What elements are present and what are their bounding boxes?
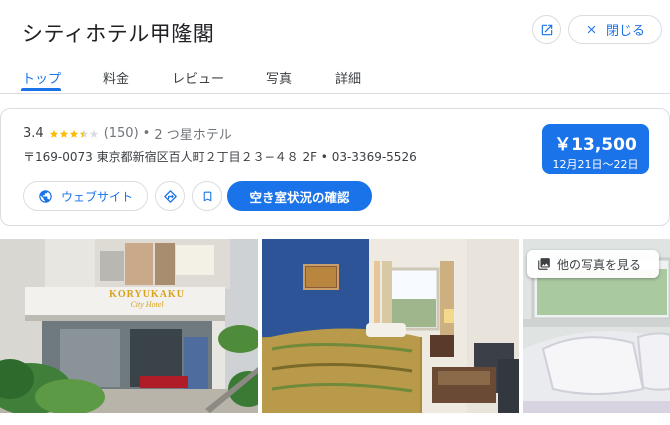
tab-prices[interactable]: 料金 — [103, 68, 129, 87]
website-label: ウェブサイト — [60, 189, 133, 204]
star-icon — [49, 129, 58, 138]
hotel-class: 2 つ星ホテル — [154, 128, 232, 143]
star-half-icon — [79, 129, 88, 138]
rating-line: 3.4 (150) • 2 つ星ホテル — [23, 124, 232, 143]
directions-button[interactable] — [155, 181, 185, 211]
open-in-new-button[interactable] — [532, 15, 561, 44]
photo-library-icon — [538, 258, 550, 270]
close-button[interactable]: 閉じる — [568, 15, 662, 44]
star-empty-icon — [89, 129, 98, 138]
bookmark-icon — [203, 191, 211, 201]
check-availability-label: 空き室状況の確認 — [249, 189, 350, 205]
price-amount: ￥13,500 — [554, 135, 637, 155]
address-phone: 〒169-0073 東京都新宿区百人町２丁目２３−４８ 2F • 03-3369… — [23, 150, 417, 164]
tab-top[interactable]: トップ — [22, 68, 61, 87]
star-icon — [59, 129, 68, 138]
save-button[interactable] — [192, 181, 222, 211]
directions-icon — [163, 189, 177, 203]
hotel-sign: KORYUKAKU City Hotel — [102, 289, 192, 309]
tab-reviews[interactable]: レビュー — [172, 68, 224, 87]
globe-icon — [39, 189, 52, 203]
close-label: 閉じる — [605, 24, 645, 39]
hotel-sign-line2: City Hotel — [130, 300, 164, 309]
price-dates: 12月21日～22日 — [552, 158, 639, 171]
rating-value: 3.4 — [23, 126, 44, 141]
place-title: シティホテル甲隆閣 — [22, 22, 215, 46]
hotel-sign-line1: KORYUKAKU — [109, 289, 185, 300]
hotel-info-card: 3.4 (150) • 2 つ星ホテル 〒169-0073 東京都新宿区百人町２… — [0, 108, 670, 226]
tab-bar: トップ 料金 レビュー 写真 詳細 — [0, 64, 670, 94]
bedroom-image — [262, 239, 519, 413]
open-in-new-icon — [541, 24, 552, 35]
separator-dot: • — [142, 126, 151, 141]
tab-photos[interactable]: 写真 — [266, 68, 292, 87]
bedroom-photo[interactable] — [262, 239, 519, 413]
more-photos-label: 他の写真を見る — [557, 257, 642, 272]
star-rating — [49, 129, 99, 139]
hotel-exterior-photo[interactable]: KORYUKAKU City Hotel — [0, 239, 258, 413]
review-count[interactable]: (150) — [104, 126, 139, 141]
hotel-exterior-image — [0, 239, 258, 413]
star-icon — [69, 129, 78, 138]
close-icon — [587, 25, 596, 34]
place-header: シティホテル甲隆閣 閉じる トップ 料金 レビュー 写真 詳細 — [0, 0, 670, 94]
active-tab-indicator — [21, 88, 61, 91]
price-button[interactable]: ￥13,500 12月21日～22日 — [542, 124, 649, 174]
more-photos-button[interactable]: 他の写真を見る — [527, 250, 659, 278]
tab-details[interactable]: 詳細 — [335, 68, 361, 87]
website-button[interactable]: ウェブサイト — [23, 181, 148, 211]
check-availability-button[interactable]: 空き室状況の確認 — [227, 181, 372, 211]
